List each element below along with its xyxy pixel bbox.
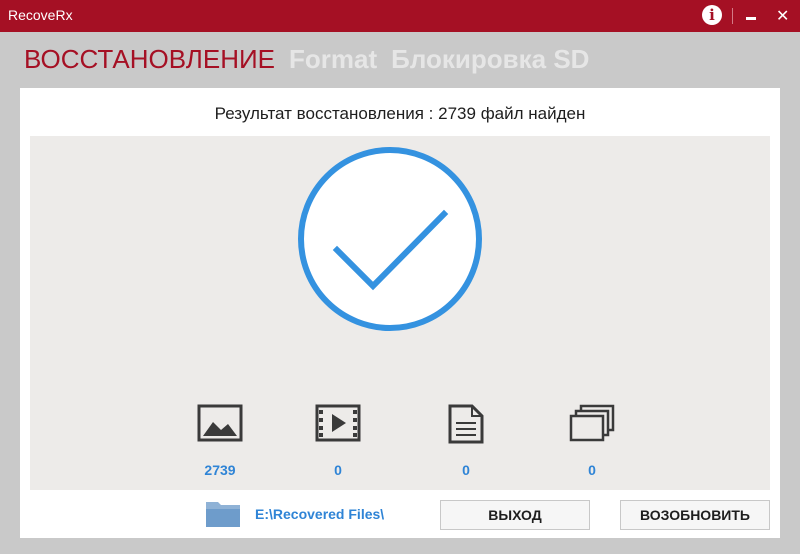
title-bar: RecoveRx i ✕ (0, 0, 800, 32)
count-videos: 0 (334, 462, 342, 478)
other-files-icon (569, 404, 615, 442)
tab-bar: ВОССТАНОВЛЕНИЕ Format Блокировка SD (24, 44, 603, 78)
image-icon (197, 404, 243, 442)
checkmark-circle-icon (298, 147, 482, 331)
result-prefix: Результат восстановления (214, 104, 424, 123)
result-summary: Результат восстановления : 2739 файл най… (20, 104, 780, 124)
category-documents (436, 404, 496, 444)
document-icon (448, 404, 484, 444)
app-title: RecoveRx (8, 7, 73, 23)
result-suffix: файл найден (480, 104, 586, 123)
results-panel: Результат восстановления : 2739 файл най… (20, 88, 780, 538)
titlebar-divider (732, 8, 733, 24)
summary-area: 2739 0 0 0 E:\Recovered Files\ (30, 136, 770, 527)
folder-icon (206, 502, 240, 527)
info-icon: i (702, 5, 722, 25)
category-images (190, 404, 250, 442)
result-separator: : (423, 104, 439, 123)
tab-format[interactable]: Format (289, 44, 377, 75)
tab-sd-lock[interactable]: Блокировка SD (391, 44, 589, 75)
exit-button[interactable]: ВЫХОД (440, 500, 590, 530)
close-icon: ✕ (776, 6, 790, 25)
video-icon (315, 404, 361, 442)
category-other (562, 404, 622, 442)
category-videos (308, 404, 368, 442)
count-documents: 0 (462, 462, 470, 478)
count-other: 0 (588, 462, 596, 478)
tab-recovery[interactable]: ВОССТАНОВЛЕНИЕ (24, 44, 275, 75)
count-images: 2739 (204, 462, 236, 478)
output-path-link[interactable]: E:\Recovered Files\ (255, 506, 384, 522)
minimize-icon (746, 17, 756, 20)
info-button[interactable]: i (700, 0, 728, 32)
minimize-button[interactable] (738, 0, 766, 32)
result-count: 2739 (438, 104, 476, 123)
close-button[interactable]: ✕ (768, 0, 796, 32)
restart-button[interactable]: ВОЗОБНОВИТЬ (620, 500, 770, 530)
